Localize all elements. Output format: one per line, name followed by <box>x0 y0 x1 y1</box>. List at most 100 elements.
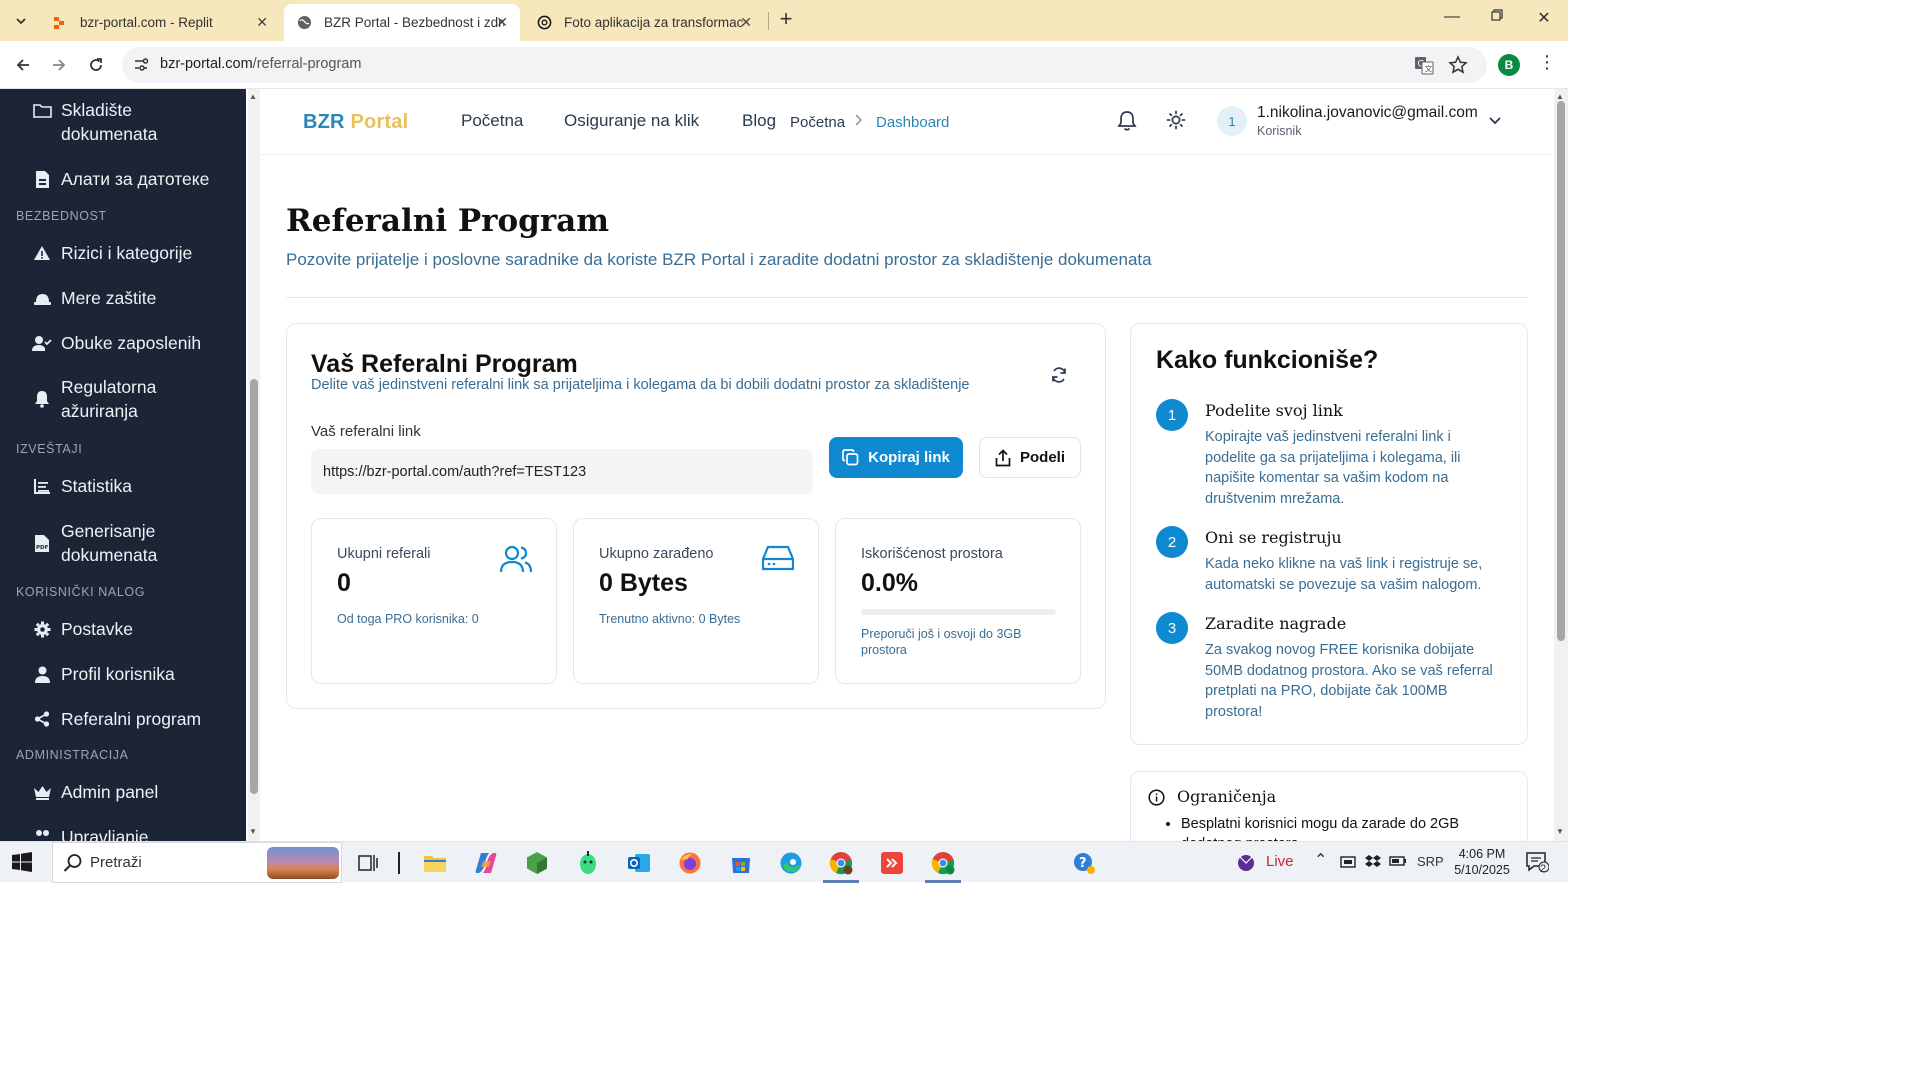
battery-icon[interactable] <box>1389 854 1407 871</box>
firefox-icon[interactable] <box>677 850 703 876</box>
browser-profile-avatar[interactable]: B <box>1498 54 1520 76</box>
svg-text:?: ? <box>1079 856 1087 871</box>
green-cube-app-icon[interactable] <box>524 850 550 876</box>
chart-icon <box>32 474 52 498</box>
translate-icon[interactable]: G文 <box>1414 55 1434 80</box>
sidebar-item-training[interactable]: Obuke zaposlenih <box>32 331 201 355</box>
breadcrumb-home[interactable]: Početna <box>790 114 845 131</box>
refresh-icon[interactable] <box>1050 366 1068 389</box>
bookmark-star-icon[interactable] <box>1448 55 1468 80</box>
user-avatar[interactable]: 1 <box>1217 106 1247 136</box>
stat-card-total-referrals: Ukupni referali 0 Od toga PRO korisnika:… <box>311 518 557 684</box>
sidebar-item-risks[interactable]: Rizici i kategorije <box>32 241 192 265</box>
openai-favicon-icon <box>536 15 552 31</box>
sidebar-item-protection[interactable]: Mere zaštite <box>32 286 156 310</box>
new-tab-button[interactable]: + <box>774 8 798 32</box>
reload-icon[interactable] <box>83 52 109 78</box>
folder-icon <box>32 98 52 122</box>
user-email[interactable]: 1.nikolina.jovanovic@gmail.com <box>1257 104 1478 122</box>
site-info-icon[interactable] <box>132 56 150 79</box>
chrome-profile-1-icon[interactable] <box>823 850 859 883</box>
back-arrow-icon[interactable] <box>10 52 36 78</box>
browser-menu-icon[interactable]: ⋮ <box>1538 52 1556 73</box>
sidebar-scrollbar-thumb[interactable] <box>250 379 258 794</box>
tray-device-icon[interactable] <box>1340 854 1358 873</box>
close-window-icon[interactable]: ✕ <box>1529 8 1559 28</box>
windows-taskbar: Pretraži ? Live ⌃ SRP 4:06 PM 5/10/2025 … <box>0 841 1568 883</box>
sidebar-item-regulatory[interactable]: Regulatorna ažuriranja <box>32 375 211 423</box>
hard-hat-icon <box>32 286 52 310</box>
copilot-icon[interactable] <box>473 850 499 876</box>
page-scrollbar[interactable]: ▲ ▼ <box>1554 89 1568 841</box>
file-explorer-icon[interactable] <box>422 850 448 876</box>
crown-icon <box>32 780 52 804</box>
referral-link-input[interactable] <box>311 449 813 494</box>
notifications-bell-icon[interactable] <box>1117 110 1137 137</box>
user-menu-chevron-down-icon[interactable] <box>1488 113 1502 132</box>
microsoft-store-icon[interactable] <box>728 850 754 876</box>
clock-time: 4:06 PM <box>1458 847 1506 861</box>
step-title: Podelite svoj link <box>1205 401 1343 420</box>
file-tools-icon <box>32 167 52 191</box>
pdf-icon: PDF <box>32 519 52 567</box>
sidebar-item-generate-docs[interactable]: PDF Generisanje dokumenata <box>32 519 211 567</box>
page-title: Referalni Program <box>286 203 610 239</box>
sidebar-item-referral[interactable]: Referalni program <box>32 707 201 731</box>
address-bar[interactable]: bzr-portal.com/referral-program G文 <box>122 47 1487 83</box>
stat-footnote: Od toga PRO korisnika: 0 <box>337 612 479 626</box>
limitations-item: Besplatni korisnici mogu da zarade do 2G… <box>1181 814 1491 841</box>
tab-search-chevron-icon[interactable] <box>8 8 34 34</box>
help-icon[interactable]: ? <box>1071 850 1097 876</box>
sidebar-item-settings[interactable]: Postavke <box>32 617 133 641</box>
tab-close-icon[interactable]: ✕ <box>496 14 508 31</box>
theme-toggle-sun-icon[interactable] <box>1166 110 1186 135</box>
tray-chevron-up-icon[interactable]: ⌃ <box>1314 850 1327 870</box>
browser-tab-foto[interactable]: Foto aplikacija za transformacij ✕ <box>524 4 764 41</box>
sidebar-item-profile[interactable]: Profil korisnika <box>32 662 175 686</box>
limitations-title: Ograničenja <box>1177 787 1277 806</box>
bzr-portal-logo[interactable]: BZR Portal <box>303 111 408 134</box>
anydesk-icon[interactable] <box>879 850 905 876</box>
sidebar-item-label: Regulatorna ažuriranja <box>61 377 157 421</box>
referral-program-card: Vaš Referalni Program Delite vaš jedinst… <box>286 323 1106 709</box>
language-indicator[interactable]: SRP <box>1417 854 1444 869</box>
tab-close-icon[interactable]: ✕ <box>256 14 268 31</box>
dropbox-icon[interactable] <box>1364 854 1382 873</box>
page-scrollbar-thumb[interactable] <box>1557 101 1565 641</box>
sidebar-item-admin-panel[interactable]: Admin panel <box>32 780 158 804</box>
forward-arrow-icon[interactable] <box>46 52 72 78</box>
live-weather-icon[interactable] <box>1233 850 1259 876</box>
sidebar-section-admin: ADMINISTRACIJA <box>16 748 129 762</box>
sidebar-scrollbar[interactable]: ▲ ▼ <box>248 89 260 841</box>
taskbar-search-box[interactable]: Pretraži <box>52 842 342 883</box>
windows-start-icon[interactable] <box>12 852 32 877</box>
stat-label: Ukupno zarađeno <box>599 546 714 562</box>
nav-link-insurance[interactable]: Osiguranje na klik <box>564 111 699 131</box>
chrome-profile-2-icon[interactable] <box>925 850 961 883</box>
tab-close-icon[interactable]: ✕ <box>740 14 752 31</box>
copy-link-button[interactable]: Kopiraj link <box>829 437 963 478</box>
nav-link-blog[interactable]: Blog <box>742 111 776 131</box>
tab-title: BZR Portal - Bezbednost i zdrav <box>324 15 504 30</box>
sidebar-item-document-storage[interactable]: Skladište dokumenata <box>32 98 211 146</box>
sidebar-item-label: Referalni program <box>61 709 202 729</box>
sidebar-item-management[interactable]: Upravljanje <box>32 825 149 841</box>
sidebar-item-statistics[interactable]: Statistika <box>32 474 132 498</box>
android-studio-icon[interactable] <box>575 850 601 876</box>
restore-icon[interactable] <box>1482 8 1512 26</box>
sidebar-item-file-tools[interactable]: Алати за датотеке <box>32 167 209 191</box>
edge-icon[interactable] <box>778 850 804 876</box>
task-view-icon[interactable] <box>355 850 381 876</box>
taskbar-clock[interactable]: 4:06 PM 5/10/2025 <box>1452 846 1512 878</box>
sidebar-item-label: Rizici i kategorije <box>61 243 193 263</box>
outlook-icon[interactable] <box>626 850 652 876</box>
live-label[interactable]: Live <box>1266 853 1294 870</box>
referral-link-label: Vaš referalni link <box>311 423 421 440</box>
step-title: Zaradite nagrade <box>1205 614 1347 633</box>
nav-link-home[interactable]: Početna <box>461 111 523 131</box>
share-button[interactable]: Podeli <box>979 437 1081 478</box>
minimize-icon[interactable]: — <box>1437 8 1467 26</box>
top-header: BZR Portal Početna Osiguranje na klik Bl… <box>260 89 1554 155</box>
browser-tab-replit[interactable]: bzr-portal.com - Replit ✕ <box>40 4 280 41</box>
browser-tab-bzr-portal[interactable]: BZR Portal - Bezbednost i zdrav ✕ <box>284 4 520 41</box>
